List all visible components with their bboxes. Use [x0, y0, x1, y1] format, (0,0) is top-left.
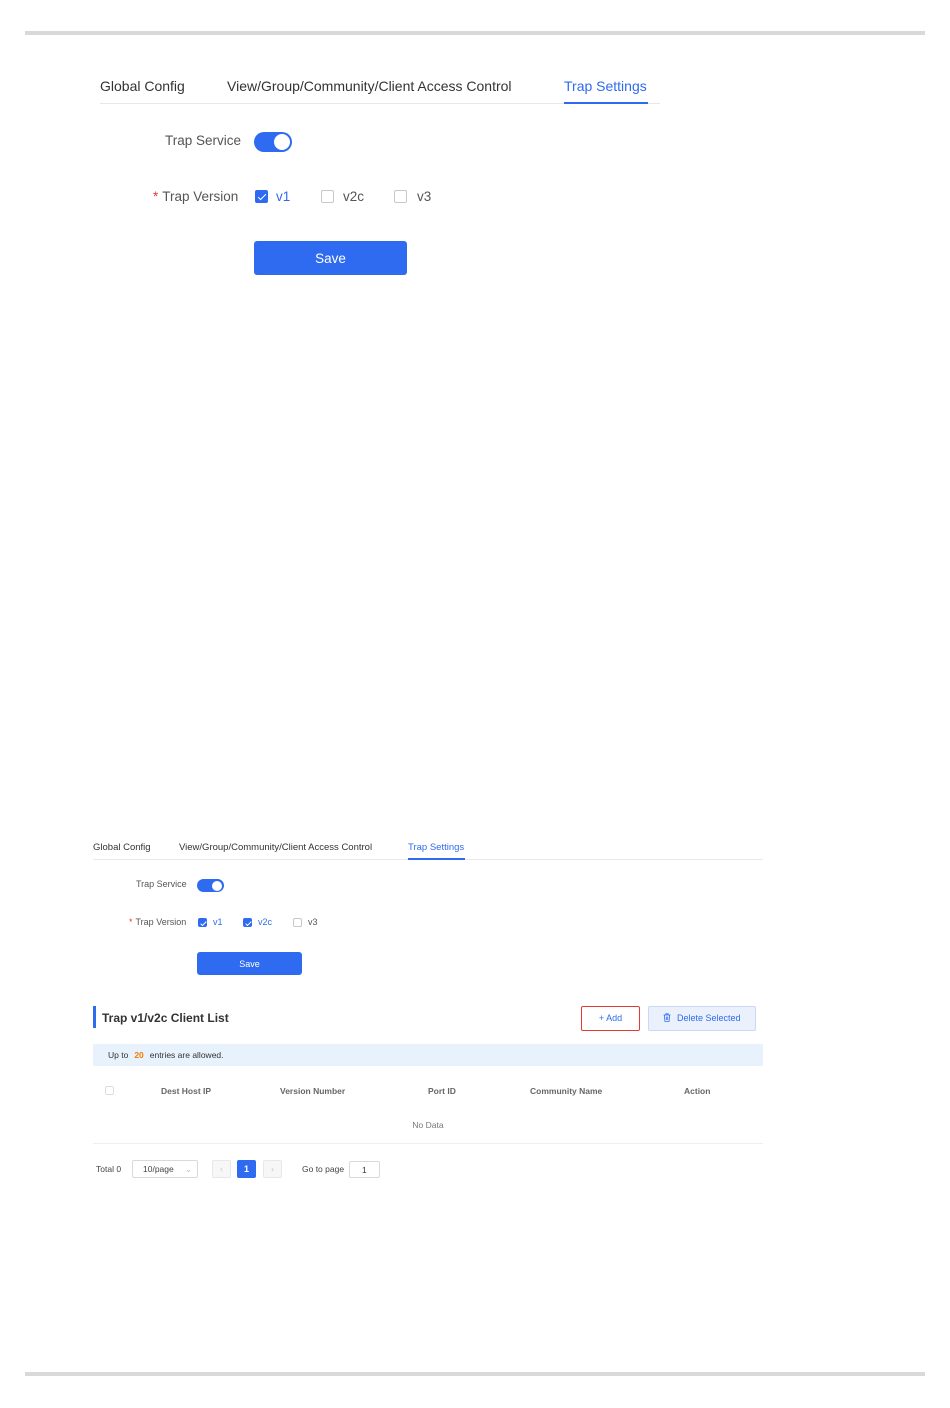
- checkbox-v1-label: v1: [213, 917, 223, 927]
- column-dest-host-ip: Dest Host IP: [161, 1086, 212, 1096]
- trap-version-text: Trap Version: [135, 917, 187, 927]
- page-size-value: 10/page: [143, 1164, 174, 1174]
- checkbox-v2c-label: v2c: [343, 189, 365, 204]
- current-page-button[interactable]: 1: [237, 1160, 256, 1178]
- toggle-knob: [274, 134, 290, 150]
- tab-access-control[interactable]: View/Group/Community/Client Access Contr…: [179, 842, 372, 853]
- active-tab-indicator: [408, 858, 465, 860]
- add-button[interactable]: + Add: [581, 1006, 640, 1031]
- required-asterisk: *: [153, 189, 159, 204]
- checkbox-v1[interactable]: [255, 190, 268, 203]
- notice-count: 20: [134, 1050, 144, 1060]
- trap-settings-panel-large: Global Config View/Group/Community/Clien…: [0, 0, 950, 300]
- goto-page-input[interactable]: [349, 1161, 380, 1178]
- checkbox-v1-label: v1: [276, 189, 291, 204]
- empty-table-text: No Data: [412, 1120, 444, 1130]
- trap-version-text: Trap Version: [162, 189, 239, 204]
- trap-version-label: * Trap Version: [129, 917, 186, 927]
- column-action: Action: [684, 1086, 711, 1096]
- save-button[interactable]: Save: [254, 241, 407, 275]
- table-header: Dest Host IP Version Number Port ID Comm…: [93, 1080, 763, 1102]
- delete-selected-button[interactable]: Delete Selected: [648, 1006, 756, 1031]
- page-bottom-rule: [25, 1372, 925, 1376]
- trash-icon: [663, 1013, 677, 1023]
- trap-service-toggle[interactable]: [254, 132, 292, 152]
- tab-global-config[interactable]: Global Config: [93, 842, 151, 853]
- checkbox-v2c[interactable]: [321, 190, 334, 203]
- tab-access-control[interactable]: View/Group/Community/Client Access Contr…: [227, 78, 512, 94]
- trap-settings-panel-small: Global Config View/Group/Community/Clien…: [0, 830, 950, 1190]
- checkbox-v3[interactable]: [394, 190, 407, 203]
- notice-prefix: Up to: [108, 1050, 129, 1060]
- required-asterisk: *: [129, 917, 133, 927]
- active-tab-indicator: [564, 102, 648, 104]
- tab-bar: Global Config View/Group/Community/Clien…: [100, 70, 660, 104]
- total-count: Total 0: [96, 1164, 122, 1174]
- checkbox-v1[interactable]: [198, 918, 207, 927]
- tab-global-config[interactable]: Global Config: [100, 78, 185, 94]
- entries-notice: Up to 20 entries are allowed.: [93, 1044, 763, 1066]
- trap-service-label: Trap Service: [136, 879, 187, 889]
- goto-page-label: Go to page: [302, 1164, 345, 1174]
- notice-suffix: entries are allowed.: [149, 1050, 224, 1060]
- section-accent-bar: [93, 1006, 96, 1028]
- save-button[interactable]: Save: [197, 952, 302, 975]
- select-all-checkbox[interactable]: [105, 1086, 114, 1095]
- delete-selected-label: Delete Selected: [676, 1013, 741, 1023]
- trap-service-label: Trap Service: [165, 133, 242, 148]
- checkbox-v2c[interactable]: [243, 918, 252, 927]
- tab-trap-settings[interactable]: Trap Settings: [408, 842, 464, 853]
- tab-bar: Global Config View/Group/Community/Clien…: [93, 838, 763, 860]
- checkbox-v2c-label: v2c: [258, 917, 273, 927]
- checkbox-v3-label: v3: [417, 189, 432, 204]
- column-community-name: Community Name: [530, 1086, 603, 1096]
- checkbox-v3-label: v3: [308, 917, 318, 927]
- trap-service-toggle[interactable]: [197, 879, 224, 892]
- next-page-button[interactable]: ›: [263, 1160, 282, 1178]
- tab-trap-settings[interactable]: Trap Settings: [564, 78, 647, 94]
- chevron-down-icon: ⌄: [185, 1165, 192, 1174]
- column-version-number: Version Number: [280, 1086, 346, 1096]
- page-size-select[interactable]: 10/page ⌄: [132, 1160, 198, 1178]
- toggle-knob: [212, 880, 222, 891]
- column-port-id: Port ID: [428, 1086, 456, 1096]
- trap-version-label: * Trap Version: [153, 189, 238, 204]
- table-divider: [93, 1143, 763, 1144]
- checkbox-v3[interactable]: [293, 918, 302, 927]
- client-list-title: Trap v1/v2c Client List: [102, 1011, 229, 1025]
- prev-page-button[interactable]: ‹: [212, 1160, 231, 1178]
